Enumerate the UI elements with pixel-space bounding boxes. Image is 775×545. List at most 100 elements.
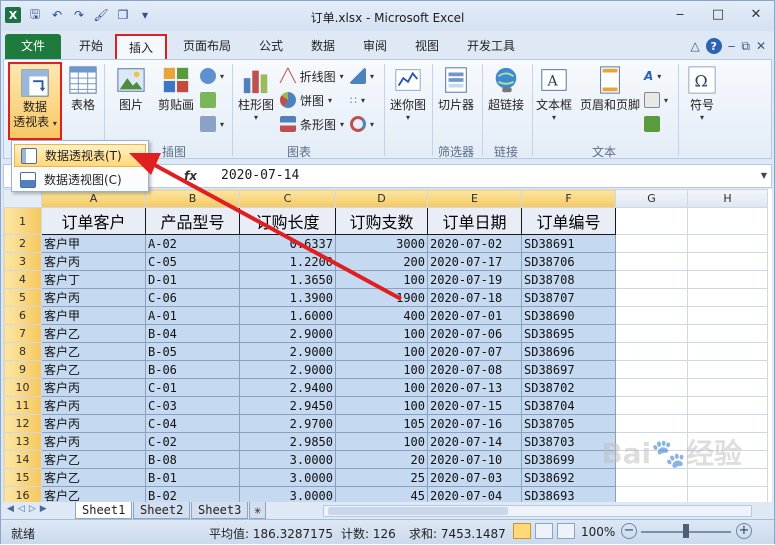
column-header-f[interactable]: F — [521, 189, 616, 208]
cell-d[interactable]: 100 — [335, 342, 428, 361]
cell[interactable] — [615, 270, 688, 289]
cell-b[interactable]: C-06 — [145, 288, 240, 307]
column-chart-button[interactable]: 柱形图 ▾ — [236, 64, 276, 122]
header-cell-e[interactable]: 订单日期 — [427, 207, 522, 235]
cell-d[interactable]: 200 — [335, 252, 428, 271]
cell-a[interactable]: 客户乙 — [41, 450, 146, 469]
cell-f[interactable]: SD38707 — [521, 288, 616, 307]
cell-e[interactable]: 2020-07-18 — [427, 288, 522, 307]
cell[interactable] — [687, 486, 768, 502]
cell-b[interactable]: C-03 — [145, 396, 240, 415]
cell-c[interactable]: 1.2200 — [239, 252, 336, 271]
object-button[interactable] — [644, 114, 660, 134]
cell-e[interactable]: 2020-07-06 — [427, 324, 522, 343]
cell-d[interactable]: 100 — [335, 396, 428, 415]
row-header[interactable]: 1 — [3, 207, 42, 235]
cell-d[interactable]: 105 — [335, 414, 428, 433]
textbox-button[interactable]: A 文本框 ▾ — [534, 64, 574, 122]
area-chart-button[interactable]: ▾ — [350, 66, 374, 86]
cell-b[interactable]: A-01 — [145, 306, 240, 325]
picture-button[interactable]: 图片 — [114, 64, 148, 113]
menu-item-pivot-chart[interactable]: 数据透视图(C) — [14, 168, 146, 191]
cell-a[interactable]: 客户乙 — [41, 360, 146, 379]
cell-f[interactable]: SD38702 — [521, 378, 616, 397]
cell[interactable] — [615, 414, 688, 433]
row-header[interactable]: 14 — [3, 450, 42, 469]
cell-b[interactable]: B-02 — [145, 486, 240, 502]
cell-e[interactable]: 2020-07-15 — [427, 396, 522, 415]
tab-developer[interactable]: 开发工具 — [459, 34, 523, 59]
next-sheet-icon[interactable]: ▷ — [29, 504, 36, 514]
cell-d[interactable]: 100 — [335, 378, 428, 397]
cell-c[interactable]: 1.3900 — [239, 288, 336, 307]
cell-f[interactable]: SD38690 — [521, 306, 616, 325]
cell-b[interactable]: C-01 — [145, 378, 240, 397]
slicer-button[interactable]: 切片器 — [434, 64, 478, 113]
cell-f[interactable]: SD38704 — [521, 396, 616, 415]
cell[interactable] — [615, 342, 688, 361]
cell-c[interactable]: 3.0000 — [239, 486, 336, 502]
horizontal-scrollbar[interactable] — [323, 505, 752, 517]
row-header[interactable]: 2 — [3, 234, 42, 253]
cell-d[interactable]: 1900 — [335, 288, 428, 307]
row-header[interactable]: 3 — [3, 252, 42, 271]
cell-c[interactable]: 2.9000 — [239, 324, 336, 343]
cell-a[interactable]: 客户丙 — [41, 432, 146, 451]
insert-function-icon[interactable]: fx — [184, 169, 197, 183]
zoom-out-icon[interactable]: − — [621, 523, 637, 539]
row-header[interactable]: 4 — [3, 270, 42, 289]
cell[interactable] — [687, 396, 768, 415]
sparklines-button[interactable]: 迷你图 ▾ — [388, 64, 428, 122]
select-all-corner[interactable] — [3, 189, 42, 208]
cell-a[interactable]: 客户丙 — [41, 414, 146, 433]
cell[interactable] — [687, 234, 768, 253]
tab-page-layout[interactable]: 页面布局 — [177, 34, 237, 59]
cell-f[interactable]: SD38696 — [521, 342, 616, 361]
cell-c[interactable]: 3.0000 — [239, 468, 336, 487]
cell-f[interactable]: SD38708 — [521, 270, 616, 289]
cell-f[interactable]: SD38693 — [521, 486, 616, 502]
cell-e[interactable]: 2020-07-01 — [427, 306, 522, 325]
column-header-d[interactable]: D — [335, 189, 428, 208]
header-footer-button[interactable]: 页眉和页脚 — [578, 64, 642, 113]
tab-file[interactable]: 文件 — [5, 34, 61, 59]
cell[interactable] — [615, 396, 688, 415]
cell-e[interactable]: 2020-07-14 — [427, 432, 522, 451]
cell-a[interactable]: 客户丙 — [41, 378, 146, 397]
cell-b[interactable]: C-02 — [145, 432, 240, 451]
normal-view-icon[interactable] — [513, 523, 531, 539]
row-header[interactable]: 9 — [3, 360, 42, 379]
signature-line-button[interactable]: ▾ — [644, 90, 668, 110]
cell-c[interactable]: 2.9400 — [239, 378, 336, 397]
other-charts-button[interactable]: ▾ — [350, 114, 374, 134]
formula-input[interactable]: 2020-07-14 — [221, 168, 299, 183]
cell-e[interactable]: 2020-07-16 — [427, 414, 522, 433]
pivot-table-button[interactable]: 数据 透视表 ▾ — [8, 62, 62, 140]
cell-c[interactable]: 2.9700 — [239, 414, 336, 433]
cell-e[interactable]: 2020-07-17 — [427, 252, 522, 271]
cell-e[interactable]: 2020-07-02 — [427, 234, 522, 253]
cell-f[interactable]: SD38691 — [521, 234, 616, 253]
cell[interactable] — [687, 378, 768, 397]
pie-chart-button[interactable]: 饼图 ▾ — [280, 90, 332, 110]
prev-sheet-icon[interactable]: ◁ — [18, 504, 25, 514]
header-cell-c[interactable]: 订购长度 — [239, 207, 336, 235]
cell-e[interactable]: 2020-07-19 — [427, 270, 522, 289]
header-cell-f[interactable]: 订单编号 — [521, 207, 616, 235]
cell[interactable] — [615, 207, 688, 235]
help-icon[interactable]: ? — [705, 38, 722, 54]
cell-b[interactable]: B-04 — [145, 324, 240, 343]
tab-formulas[interactable]: 公式 — [251, 34, 291, 59]
header-cell-a[interactable]: 订单客户 — [41, 207, 146, 235]
cell-d[interactable]: 100 — [335, 324, 428, 343]
cell-d[interactable]: 400 — [335, 306, 428, 325]
first-sheet-icon[interactable]: ◀ — [7, 504, 14, 514]
cell-c[interactable]: 2.9850 — [239, 432, 336, 451]
column-header-a[interactable]: A — [41, 189, 146, 208]
cell[interactable] — [615, 306, 688, 325]
zoom-level[interactable]: 100% — [581, 525, 615, 539]
cell[interactable] — [687, 342, 768, 361]
wordart-button[interactable]: A ▾ — [644, 66, 661, 86]
cell[interactable] — [687, 360, 768, 379]
cell-e[interactable]: 2020-07-13 — [427, 378, 522, 397]
